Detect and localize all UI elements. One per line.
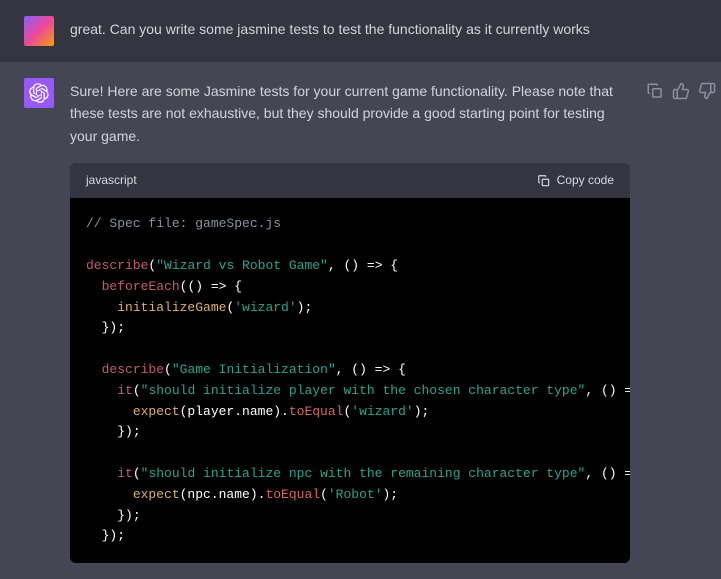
assistant-content: Sure! Here are some Jasmine tests for yo… [70, 78, 630, 563]
thumbs-up-icon [672, 82, 690, 100]
thumbs-down-icon [698, 82, 716, 100]
code-comment: // Spec file: gameSpec.js [86, 216, 281, 231]
user-avatar [24, 16, 54, 46]
code-header: javascript Copy code [70, 163, 630, 198]
copy-code-label: Copy code [557, 171, 614, 190]
clipboard-icon [537, 174, 551, 188]
clipboard-icon [646, 82, 664, 100]
message-actions [646, 78, 716, 563]
assistant-message-text: Sure! Here are some Jasmine tests for yo… [70, 80, 630, 147]
code-block: javascript Copy code // Spec file: gameS… [70, 163, 630, 563]
copy-code-button[interactable]: Copy code [537, 171, 614, 190]
code-body: // Spec file: gameSpec.js describe("Wiza… [70, 198, 630, 563]
assistant-avatar [24, 78, 54, 108]
user-message-text: great. Can you write some jasmine tests … [70, 16, 630, 46]
thumbs-down-button[interactable] [698, 82, 716, 100]
code-lang-label: javascript [86, 171, 137, 190]
copy-message-button[interactable] [646, 82, 664, 100]
thumbs-up-button[interactable] [672, 82, 690, 100]
user-message: great. Can you write some jasmine tests … [0, 0, 721, 62]
assistant-message: Sure! Here are some Jasmine tests for yo… [0, 62, 721, 579]
